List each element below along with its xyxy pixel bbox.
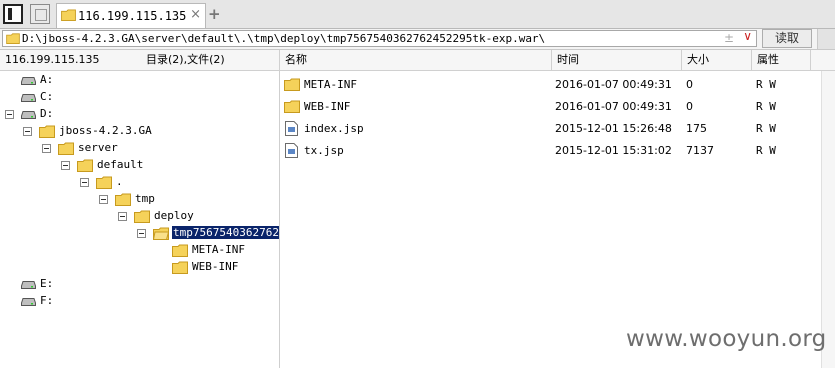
tab-bar: 116.199.115.135 × + [0,0,835,29]
vertical-scrollbar[interactable] [821,71,835,368]
file-name: META-INF [304,78,357,91]
folder-icon [284,100,300,116]
collapse-icon[interactable] [42,144,51,153]
drive-icon [21,111,36,119]
drive-icon [21,298,36,306]
window-button[interactable] [30,4,50,24]
tree-label: tmp [135,192,155,205]
file-time: 2015-12-01 15:31:02 [555,144,672,157]
item-count-summary: 目录(2),文件(2) [146,53,225,66]
file-size: 7137 [686,144,714,157]
folder-icon [134,210,150,223]
folder-icon [115,193,131,206]
file-row-index-jsp[interactable]: index.jsp 2015-12-01 15:26:48 175 R W [280,118,820,140]
column-header-size[interactable]: 大小 [687,50,709,70]
close-icon[interactable]: × [190,7,201,22]
path-input[interactable]: D:\jboss-4.2.3.GA\server\default\.\tmp\d… [2,29,757,47]
tree-label: F: [40,294,54,307]
file-icon [285,143,298,161]
tree-label: jboss-4.2.3.GA [59,124,152,137]
collapse-icon[interactable] [118,212,127,221]
directory-tree: A: C: D: jboss-4.2.3.GA server default .… [0,71,280,368]
collapse-icon[interactable] [61,161,70,170]
tree-label: . [116,175,123,188]
watermark: www.wooyun.org [626,326,827,352]
folder-icon [172,244,188,257]
folder-icon [77,159,93,172]
file-size: 0 [686,100,693,113]
plus-minus-icon[interactable]: ± [724,31,734,45]
file-icon [285,121,298,139]
tree-label: WEB-INF [192,260,239,273]
file-attr: R W [756,78,776,91]
folder-icon [172,261,188,274]
folder-icon [61,9,76,21]
tab-label: 116.199.115.135 [78,9,187,23]
folder-open-icon [152,227,170,240]
tree-node-war-selected[interactable]: tmp756754036276245 [0,225,279,242]
tree-label: C: [40,90,54,103]
drive-icon [21,281,36,289]
host-label: 116.199.115.135 [5,53,100,66]
file-time: 2015-12-01 15:26:48 [555,122,672,135]
file-list: META-INF 2016-01-07 00:49:31 0 R W WEB-I… [280,71,835,368]
file-size: 175 [686,122,707,135]
collapse-icon[interactable] [99,195,108,204]
collapse-icon[interactable] [23,127,32,136]
path-text: D:\jboss-4.2.3.GA\server\default\.\tmp\d… [22,32,546,45]
drive-icon [21,77,36,85]
file-row-meta-inf[interactable]: META-INF 2016-01-07 00:49:31 0 R W [280,74,820,96]
tree-label: server [78,141,118,154]
file-name: index.jsp [304,122,364,135]
tree-label: tmp756754036276245 [172,226,279,239]
file-row-web-inf[interactable]: WEB-INF 2016-01-07 00:49:31 0 R W [280,96,820,118]
chevron-down-icon[interactable]: ∨ [743,29,752,43]
column-header-name[interactable]: 名称 [285,50,307,70]
file-time: 2016-01-07 00:49:31 [555,100,672,113]
add-tab-button[interactable]: + [208,5,221,23]
panel-toggle-button[interactable] [3,4,23,24]
file-time: 2016-01-07 00:49:31 [555,78,672,91]
tree-label: deploy [154,209,194,222]
folder-icon [284,78,300,94]
file-attr: R W [756,122,776,135]
tab-116-199-115-135[interactable]: 116.199.115.135 × [56,3,206,28]
folder-icon [6,33,20,44]
collapse-icon[interactable] [137,229,146,238]
read-button[interactable]: 读取 [762,29,812,48]
tree-label: A: [40,73,54,86]
tree-label: META-INF [192,243,245,256]
address-bar: D:\jboss-4.2.3.GA\server\default\.\tmp\d… [0,29,835,50]
file-attr: R W [756,100,776,113]
folder-icon [58,142,74,155]
tree-label: default [97,158,144,171]
column-header-attributes[interactable]: 属性 [757,50,779,70]
file-attr: R W [756,144,776,157]
collapse-icon[interactable] [80,178,89,187]
file-row-tx-jsp[interactable]: tx.jsp 2015-12-01 15:31:02 7137 R W [280,140,820,162]
column-header-time[interactable]: 时间 [557,50,579,70]
file-size: 0 [686,78,693,91]
column-header-row: 116.199.115.135 目录(2),文件(2) 名称 时间 大小 属性 [0,50,835,71]
folder-icon [96,176,112,189]
file-name: tx.jsp [304,144,344,157]
file-name: WEB-INF [304,100,351,113]
panel-edge [817,29,835,49]
folder-icon [39,125,55,138]
tree-label: E: [40,277,54,290]
collapse-icon[interactable] [5,110,14,119]
tree-label: D: [40,107,54,120]
drive-icon [21,94,36,102]
